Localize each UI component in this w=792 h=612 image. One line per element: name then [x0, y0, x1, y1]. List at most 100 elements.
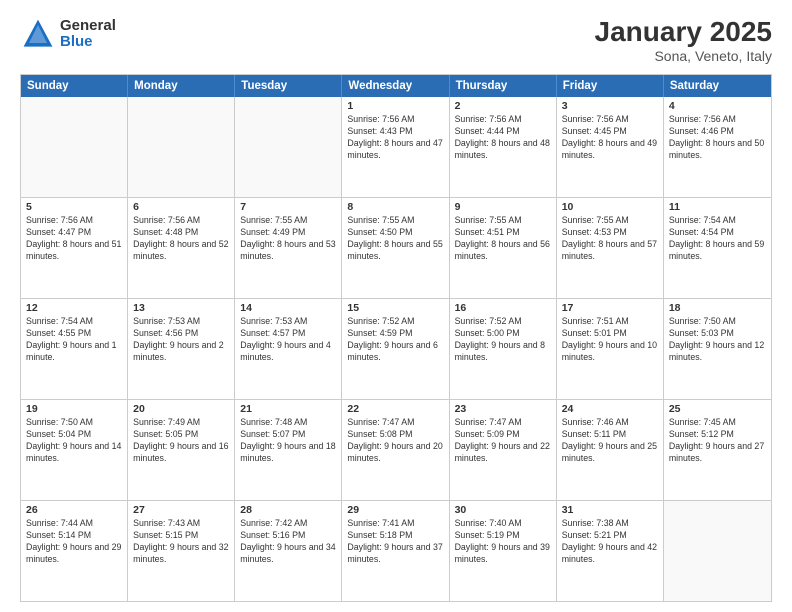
day-number: 8 — [347, 201, 443, 213]
day-info: Sunrise: 7:55 AM Sunset: 4:49 PM Dayligh… — [240, 215, 336, 263]
day-info: Sunrise: 7:54 AM Sunset: 4:55 PM Dayligh… — [26, 316, 122, 364]
empty-cell-0-1 — [128, 97, 235, 197]
calendar-body: 1Sunrise: 7:56 AM Sunset: 4:43 PM Daylig… — [21, 97, 771, 601]
day-info: Sunrise: 7:38 AM Sunset: 5:21 PM Dayligh… — [562, 518, 658, 566]
day-number: 13 — [133, 302, 229, 314]
day-number: 15 — [347, 302, 443, 314]
day-number: 18 — [669, 302, 766, 314]
day-number: 27 — [133, 504, 229, 516]
header-day-tuesday: Tuesday — [235, 75, 342, 97]
day-info: Sunrise: 7:52 AM Sunset: 5:00 PM Dayligh… — [455, 316, 551, 364]
day-info: Sunrise: 7:56 AM Sunset: 4:46 PM Dayligh… — [669, 114, 766, 162]
day-number: 22 — [347, 403, 443, 415]
day-number: 29 — [347, 504, 443, 516]
day-info: Sunrise: 7:44 AM Sunset: 5:14 PM Dayligh… — [26, 518, 122, 566]
logo-text: General Blue — [60, 18, 116, 51]
day-number: 24 — [562, 403, 658, 415]
day-number: 16 — [455, 302, 551, 314]
day-info: Sunrise: 7:50 AM Sunset: 5:04 PM Dayligh… — [26, 417, 122, 465]
day-cell-16: 16 Sunrise: 7:52 AM Sunset: 5:00 PM Dayli… — [450, 299, 557, 399]
day-cell-9: 9Sunrise: 7:55 AM Sunset: 4:51 PM Daylig… — [450, 198, 557, 298]
day-number: 20 — [133, 403, 229, 415]
day-info: Sunrise: 7:49 AM Sunset: 5:05 PM Dayligh… — [133, 417, 229, 465]
day-cell-27: 27 Sunrise: 7:43 AM Sunset: 5:15 PM Dayli… — [128, 501, 235, 601]
day-number: 31 — [562, 504, 658, 516]
header-day-sunday: Sunday — [21, 75, 128, 97]
day-cell-13: 13 Sunrise: 7:53 AM Sunset: 4:56 PM Dayli… — [128, 299, 235, 399]
header: General Blue January 2025 Sona, Veneto, … — [20, 16, 772, 64]
page: General Blue January 2025 Sona, Veneto, … — [0, 0, 792, 612]
day-cell-20: 20 Sunrise: 7:49 AM Sunset: 5:05 PM Dayli… — [128, 400, 235, 500]
calendar-row-0: 1Sunrise: 7:56 AM Sunset: 4:43 PM Daylig… — [21, 97, 771, 198]
day-cell-14: 14Sunrise: 7:53 AM Sunset: 4:57 PM Dayli… — [235, 299, 342, 399]
title-month: January 2025 — [595, 16, 772, 48]
day-number: 30 — [455, 504, 551, 516]
day-info: Sunrise: 7:53 AM Sunset: 4:56 PM Dayligh… — [133, 316, 229, 364]
day-info: Sunrise: 7:56 AM Sunset: 4:44 PM Dayligh… — [455, 114, 551, 162]
day-cell-3: 3Sunrise: 7:56 AM Sunset: 4:45 PM Daylig… — [557, 97, 664, 197]
day-number: 1 — [347, 100, 443, 112]
day-info: Sunrise: 7:55 AM Sunset: 4:50 PM Dayligh… — [347, 215, 443, 263]
day-cell-21: 21 Sunrise: 7:48 AM Sunset: 5:07 PM Dayli… — [235, 400, 342, 500]
empty-cell-4-6 — [664, 501, 771, 601]
day-cell-12: 12 Sunrise: 7:54 AM Sunset: 4:55 PM Dayli… — [21, 299, 128, 399]
day-info: Sunrise: 7:53 AM Sunset: 4:57 PM Dayligh… — [240, 316, 336, 364]
day-number: 21 — [240, 403, 336, 415]
empty-cell-0-0 — [21, 97, 128, 197]
day-cell-28: 28 Sunrise: 7:42 AM Sunset: 5:16 PM Dayli… — [235, 501, 342, 601]
day-cell-10: 10Sunrise: 7:55 AM Sunset: 4:53 PM Dayli… — [557, 198, 664, 298]
day-info: Sunrise: 7:42 AM Sunset: 5:16 PM Dayligh… — [240, 518, 336, 566]
title-block: January 2025 Sona, Veneto, Italy — [595, 16, 772, 64]
header-day-friday: Friday — [557, 75, 664, 97]
day-number: 19 — [26, 403, 122, 415]
day-cell-2: 2Sunrise: 7:56 AM Sunset: 4:44 PM Daylig… — [450, 97, 557, 197]
day-number: 17 — [562, 302, 658, 314]
day-info: Sunrise: 7:46 AM Sunset: 5:11 PM Dayligh… — [562, 417, 658, 465]
day-info: Sunrise: 7:56 AM Sunset: 4:45 PM Dayligh… — [562, 114, 658, 162]
day-cell-1: 1Sunrise: 7:56 AM Sunset: 4:43 PM Daylig… — [342, 97, 449, 197]
day-cell-6: 6 Sunrise: 7:56 AM Sunset: 4:48 PM Daylig… — [128, 198, 235, 298]
day-cell-19: 19 Sunrise: 7:50 AM Sunset: 5:04 PM Dayli… — [21, 400, 128, 500]
day-cell-22: 22Sunrise: 7:47 AM Sunset: 5:08 PM Dayli… — [342, 400, 449, 500]
day-cell-15: 15Sunrise: 7:52 AM Sunset: 4:59 PM Dayli… — [342, 299, 449, 399]
day-info: Sunrise: 7:43 AM Sunset: 5:15 PM Dayligh… — [133, 518, 229, 566]
day-info: Sunrise: 7:50 AM Sunset: 5:03 PM Dayligh… — [669, 316, 766, 364]
day-cell-18: 18 Sunrise: 7:50 AM Sunset: 5:03 PM Dayli… — [664, 299, 771, 399]
day-cell-30: 30 Sunrise: 7:40 AM Sunset: 5:19 PM Dayli… — [450, 501, 557, 601]
calendar-row-1: 5Sunrise: 7:56 AM Sunset: 4:47 PM Daylig… — [21, 198, 771, 299]
title-location: Sona, Veneto, Italy — [595, 48, 772, 64]
logo: General Blue — [20, 16, 116, 52]
header-day-wednesday: Wednesday — [342, 75, 449, 97]
day-cell-7: 7 Sunrise: 7:55 AM Sunset: 4:49 PM Daylig… — [235, 198, 342, 298]
logo-icon — [20, 16, 56, 52]
day-cell-25: 25Sunrise: 7:45 AM Sunset: 5:12 PM Dayli… — [664, 400, 771, 500]
header-day-thursday: Thursday — [450, 75, 557, 97]
day-number: 7 — [240, 201, 336, 213]
day-info: Sunrise: 7:40 AM Sunset: 5:19 PM Dayligh… — [455, 518, 551, 566]
day-info: Sunrise: 7:48 AM Sunset: 5:07 PM Dayligh… — [240, 417, 336, 465]
day-number: 5 — [26, 201, 122, 213]
day-info: Sunrise: 7:47 AM Sunset: 5:09 PM Dayligh… — [455, 417, 551, 465]
day-number: 6 — [133, 201, 229, 213]
day-number: 12 — [26, 302, 122, 314]
day-number: 25 — [669, 403, 766, 415]
day-number: 10 — [562, 201, 658, 213]
day-cell-24: 24 Sunrise: 7:46 AM Sunset: 5:11 PM Dayli… — [557, 400, 664, 500]
calendar-row-4: 26Sunrise: 7:44 AM Sunset: 5:14 PM Dayli… — [21, 501, 771, 601]
header-day-monday: Monday — [128, 75, 235, 97]
day-info: Sunrise: 7:56 AM Sunset: 4:48 PM Dayligh… — [133, 215, 229, 263]
calendar-row-2: 12 Sunrise: 7:54 AM Sunset: 4:55 PM Dayli… — [21, 299, 771, 400]
day-cell-11: 11Sunrise: 7:54 AM Sunset: 4:54 PM Dayli… — [664, 198, 771, 298]
day-cell-26: 26Sunrise: 7:44 AM Sunset: 5:14 PM Dayli… — [21, 501, 128, 601]
empty-cell-0-2 — [235, 97, 342, 197]
day-number: 28 — [240, 504, 336, 516]
day-cell-29: 29Sunrise: 7:41 AM Sunset: 5:18 PM Dayli… — [342, 501, 449, 601]
calendar-header: SundayMondayTuesdayWednesdayThursdayFrid… — [21, 75, 771, 97]
day-cell-23: 23 Sunrise: 7:47 AM Sunset: 5:09 PM Dayli… — [450, 400, 557, 500]
day-cell-5: 5Sunrise: 7:56 AM Sunset: 4:47 PM Daylig… — [21, 198, 128, 298]
day-number: 4 — [669, 100, 766, 112]
day-number: 23 — [455, 403, 551, 415]
day-number: 9 — [455, 201, 551, 213]
day-cell-31: 31 Sunrise: 7:38 AM Sunset: 5:21 PM Dayli… — [557, 501, 664, 601]
day-info: Sunrise: 7:54 AM Sunset: 4:54 PM Dayligh… — [669, 215, 766, 263]
